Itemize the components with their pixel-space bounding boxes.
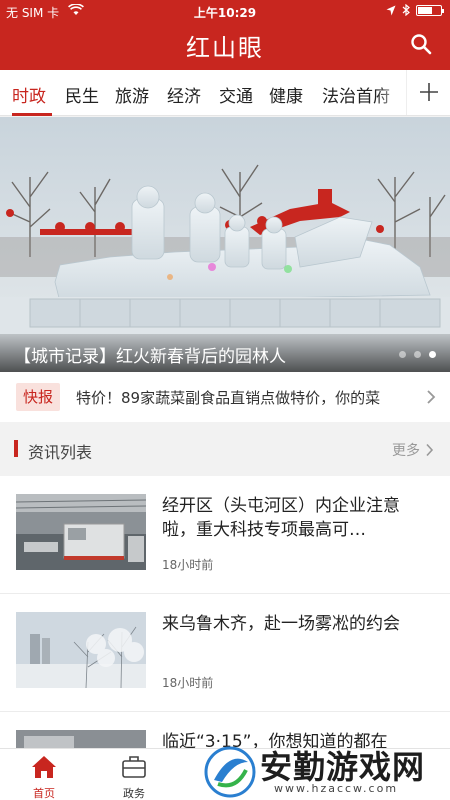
bluetooth-icon [402,4,410,16]
tab-travel[interactable]: 旅游 [115,82,149,107]
app-title: 红山眼 [186,34,264,62]
search-icon[interactable] [410,33,432,55]
status-right [386,4,444,16]
top-bar: 无 SIM 卡 上午10:29 红山眼 [0,0,450,70]
section-title: 资讯列表 [28,443,93,462]
nav-home-label: 首页 [33,787,55,800]
news-thumbnail [16,612,146,688]
tab-health[interactable]: 健康 [269,82,303,107]
site-watermark: 安勤游戏网 www.hzaccw.com [200,740,450,800]
news-item[interactable]: 经开区（头屯河区）内企业注意啦，重大科技专项最高可… 18小时前 [0,476,450,594]
news-list: 经开区（头屯河区）内企业注意啦，重大科技专项最高可… 18小时前 来乌鲁木齐，赴… [0,476,450,748]
watermark-logo-icon [204,746,256,798]
chevron-right-icon[interactable] [426,389,436,405]
news-title: 来乌鲁木齐，赴一场雾凇的约会 [162,614,400,634]
status-time: 上午10:29 [193,6,257,20]
chevron-right-icon[interactable] [425,443,434,457]
location-icon [386,5,396,15]
ticker-text[interactable]: 特价！89家蔬菜副食品直销点做特价，你的菜 [76,387,410,408]
add-channel-button[interactable] [406,70,450,115]
tab-politics[interactable]: 时政 [12,82,46,107]
banner-caption-text: 【城市记录】红火新春背后的园林人 [14,347,286,367]
tab-economy[interactable]: 经济 [167,82,201,107]
news-ticker[interactable]: 快报 特价！89家蔬菜副食品直销点做特价，你的菜 [0,372,450,422]
news-thumbnail [16,494,146,570]
carousel-dot[interactable] [399,351,406,358]
tab-livelihood[interactable]: 民生 [65,82,99,107]
watermark-url: www.hzaccw.com [274,782,399,795]
nav-government-label: 政务 [123,787,145,800]
briefcase-icon [122,756,146,778]
carousel-dots [399,351,436,358]
section-marker [14,440,18,457]
news-item[interactable]: 来乌鲁木齐，赴一场雾凇的约会 18小时前 [0,594,450,712]
carousel-dot-active[interactable] [429,351,436,358]
news-time: 18小时前 [162,558,214,572]
flash-badge: 快报 [16,383,60,411]
category-tabs: 时政 民生 旅游 经济 交通 健康 法治首府 [0,70,450,116]
active-tab-indicator [12,113,52,116]
news-thumbnail [16,730,146,748]
banner-caption: 【城市记录】红火新春背后的园林人 [0,334,450,372]
more-link[interactable]: 更多 [392,440,420,460]
carousel-dot[interactable] [414,351,421,358]
nav-government[interactable]: 政务 [104,755,164,800]
news-title: 经开区（头屯河区）内企业注意啦，重大科技专项最高可… [162,496,400,540]
news-time: 18小时前 [162,676,214,690]
status-bar: 无 SIM 卡 上午10:29 [0,0,450,22]
banner-carousel[interactable]: 【城市记录】红火新春背后的园林人 [0,117,450,372]
tab-traffic[interactable]: 交通 [219,82,253,107]
nav-home[interactable]: 首页 [14,755,74,800]
tabs-fade [376,70,406,115]
plus-icon [419,83,438,101]
section-header: 资讯列表 更多 [0,428,450,470]
home-icon [32,756,56,778]
battery-icon [416,4,444,16]
